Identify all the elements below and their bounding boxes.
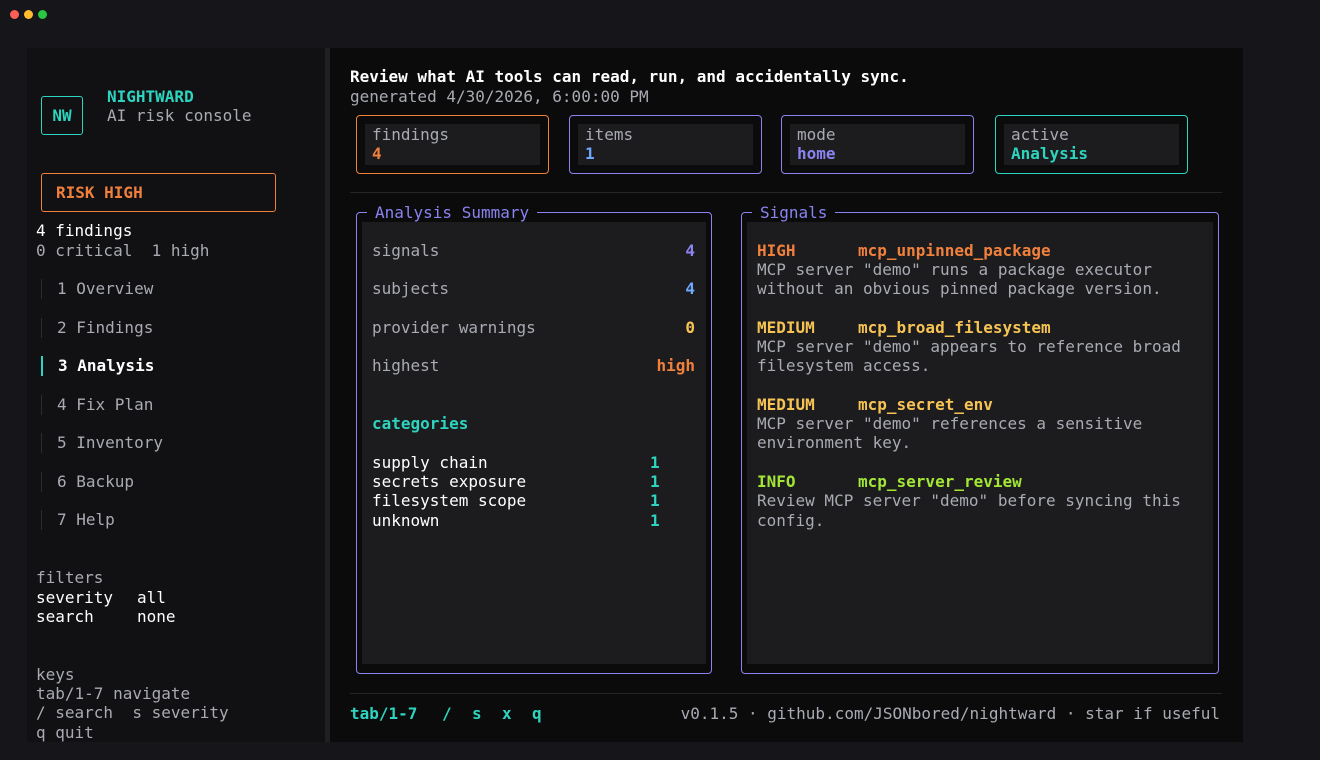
signals-title: Signals: [752, 203, 836, 223]
signal-severity: MEDIUM: [757, 395, 815, 414]
signal-description: config.: [757, 511, 825, 530]
sidebar-divider: [325, 48, 330, 742]
brand-name: NIGHTWARD: [107, 87, 194, 106]
sidebar: NW NIGHTWARD AI risk console RISK HIGH 4…: [27, 48, 325, 742]
signal-description: without an obvious pinned package versio…: [757, 279, 1162, 298]
analysis-summary-body: signals 4 subjects 4 provider warnings 0…: [362, 222, 706, 664]
logo-badge: NW: [41, 96, 83, 135]
stat-active-value: Analysis: [1011, 144, 1089, 164]
summary-row-provider-warnings: provider warnings 0: [372, 318, 695, 337]
footer-key-search[interactable]: /: [442, 704, 452, 723]
signal-description: filesystem access.: [757, 356, 931, 375]
category-count: 1: [650, 511, 660, 530]
signal-severity: MEDIUM: [757, 318, 815, 337]
signal-id[interactable]: mcp_secret_env: [858, 395, 993, 414]
analysis-summary-title: Analysis Summary: [367, 203, 538, 223]
findings-count: 4 findings: [36, 221, 133, 240]
minimize-dot[interactable]: [24, 10, 33, 19]
stat-items: items 1: [569, 115, 762, 174]
stat-items-label: items: [585, 125, 634, 144]
footer-key-x[interactable]: x: [502, 704, 512, 723]
category-count: 1: [650, 491, 660, 510]
signals-panel: HIGH mcp_unpinned_package MCP server "de…: [741, 203, 1219, 674]
stat-active-label: active: [1011, 125, 1069, 144]
nav-item-backup[interactable]: 6 Backup: [41, 472, 134, 492]
footer-version[interactable]: v0.1.5 · github.com/JSONbored/nightward …: [640, 704, 1220, 723]
summary-label: subjects: [372, 279, 450, 298]
footer-key-quit[interactable]: q: [532, 704, 542, 723]
signals-body: HIGH mcp_unpinned_package MCP server "de…: [747, 222, 1213, 664]
filters-heading: filters: [36, 568, 104, 587]
categories-heading: categories: [372, 414, 469, 433]
footer-divider: [350, 693, 1222, 694]
keys-hint-quit: q quit: [36, 723, 94, 742]
signal-description: Review MCP server "demo" before syncing …: [757, 491, 1181, 510]
signal-id[interactable]: mcp_broad_filesystem: [858, 318, 1051, 337]
stat-mode-value: home: [797, 144, 836, 164]
terminal-window: NW NIGHTWARD AI risk console RISK HIGH 4…: [27, 48, 1243, 742]
signal-id[interactable]: mcp_unpinned_package: [858, 241, 1051, 260]
category-label: unknown: [372, 511, 440, 530]
summary-row-highest: highest high: [372, 356, 695, 375]
stat-findings-value: 4: [372, 144, 382, 164]
window-controls: [10, 10, 47, 19]
signal-severity: INFO: [757, 472, 796, 491]
risk-badge: RISK HIGH: [41, 173, 276, 212]
keys-hint-navigate: tab/1-7 navigate: [36, 684, 191, 703]
zoom-dot[interactable]: [38, 10, 47, 19]
header-divider: [350, 192, 1222, 193]
summary-value: 4: [685, 279, 695, 298]
category-label: filesystem scope: [372, 491, 527, 510]
signal-description: MCP server "demo" appears to reference b…: [757, 337, 1181, 356]
search-filter-label: search: [36, 607, 94, 626]
signal-severity: HIGH: [757, 241, 796, 260]
footer-key-tab[interactable]: tab/1-7: [350, 704, 417, 723]
signal-id[interactable]: mcp_server_review: [858, 472, 1022, 491]
severity-filter-value[interactable]: all: [137, 588, 166, 607]
analysis-summary-panel: signals 4 subjects 4 provider warnings 0…: [356, 203, 712, 674]
keys-hint-search: / search s severity: [36, 703, 229, 722]
close-dot[interactable]: [10, 10, 19, 19]
summary-label: provider warnings: [372, 318, 536, 337]
page-title: Review what AI tools can read, run, and …: [350, 67, 909, 86]
nav-item-overview[interactable]: 1 Overview: [41, 279, 153, 299]
nav-item-help[interactable]: 7 Help: [41, 510, 115, 530]
severity-counts: 0 critical 1 high: [36, 241, 210, 260]
category-count: 1: [650, 453, 660, 472]
category-label: secrets exposure: [372, 472, 527, 491]
brand-subtitle: AI risk console: [107, 106, 252, 125]
nav-item-findings[interactable]: 2 Findings: [41, 318, 153, 338]
summary-label: highest: [372, 356, 440, 375]
summary-value: 4: [685, 241, 695, 260]
summary-label: signals: [372, 241, 440, 260]
nav-item-analysis[interactable]: 3 Analysis: [41, 356, 154, 376]
search-filter-value[interactable]: none: [137, 607, 176, 626]
stat-mode: mode home: [781, 115, 974, 174]
stat-findings-label: findings: [372, 125, 450, 144]
summary-row-subjects: subjects 4: [372, 279, 695, 298]
summary-value: 0: [685, 318, 695, 337]
signal-description: environment key.: [757, 433, 912, 452]
keys-heading: keys: [36, 665, 75, 684]
stat-active: active Analysis: [995, 115, 1188, 174]
stat-items-value: 1: [585, 144, 595, 164]
category-count: 1: [650, 472, 660, 491]
stat-mode-label: mode: [797, 125, 836, 144]
nav-item-inventory[interactable]: 5 Inventory: [41, 433, 163, 453]
severity-filter-label: severity: [36, 588, 114, 607]
category-label: supply chain: [372, 453, 488, 472]
summary-row-signals: signals 4: [372, 241, 695, 260]
generated-timestamp: generated 4/30/2026, 6:00:00 PM: [350, 87, 649, 106]
signal-description: MCP server "demo" references a sensitive: [757, 414, 1143, 433]
signal-description: MCP server "demo" runs a package executo…: [757, 260, 1152, 279]
stat-findings: findings 4: [356, 115, 549, 174]
summary-value: high: [656, 356, 695, 375]
footer-key-severity[interactable]: s: [472, 704, 482, 723]
nav-item-fix-plan[interactable]: 4 Fix Plan: [41, 395, 153, 415]
